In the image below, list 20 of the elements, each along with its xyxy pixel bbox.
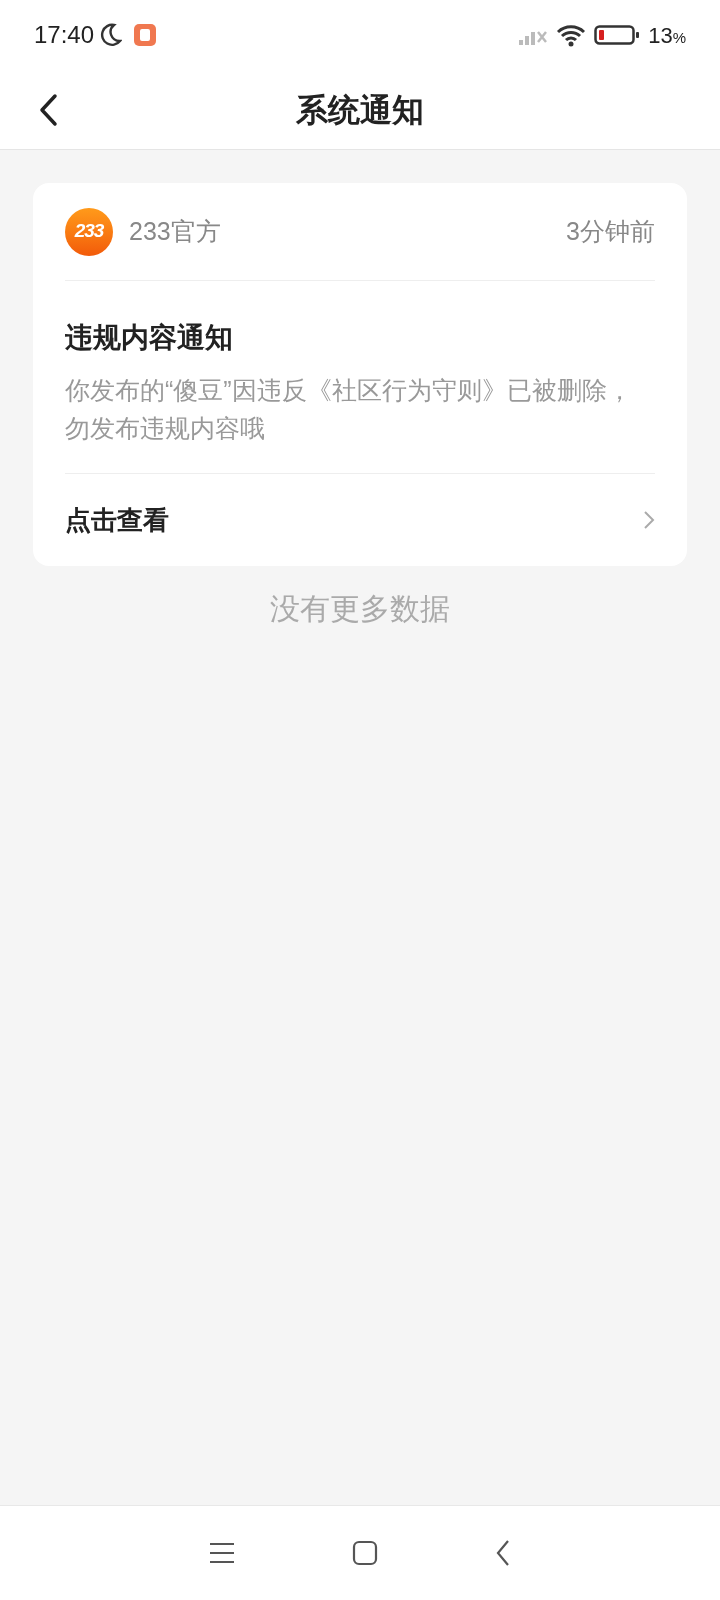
moon-icon bbox=[100, 23, 123, 47]
back-nav-icon[interactable] bbox=[495, 1539, 512, 1567]
home-icon[interactable] bbox=[352, 1540, 378, 1566]
battery-percent: 13 bbox=[648, 21, 673, 50]
wifi-icon bbox=[556, 23, 587, 47]
notification-time: 3分钟前 bbox=[566, 215, 655, 247]
view-details-link[interactable]: 点击查看 bbox=[65, 474, 655, 566]
no-more-data-text: 没有更多数据 bbox=[269, 591, 451, 627]
page-title: 系统通知 bbox=[296, 90, 424, 130]
notification-title: 违规内容通知 bbox=[65, 321, 234, 355]
notification-body: 你发布的“傻豆”因违反《社区行为守则》已被删除，勿发布违规内容哦 bbox=[65, 375, 633, 444]
sender-avatar: 233 bbox=[65, 207, 113, 256]
chevron-right-icon bbox=[643, 510, 655, 530]
percent-sign: % bbox=[672, 27, 686, 48]
app-notification-icon bbox=[134, 24, 157, 46]
battery-icon bbox=[594, 24, 641, 46]
back-icon bbox=[38, 93, 58, 127]
status-time: 17:40 bbox=[34, 20, 95, 50]
menu-icon[interactable] bbox=[208, 1542, 235, 1564]
sender-name: 233官方 bbox=[129, 215, 221, 247]
